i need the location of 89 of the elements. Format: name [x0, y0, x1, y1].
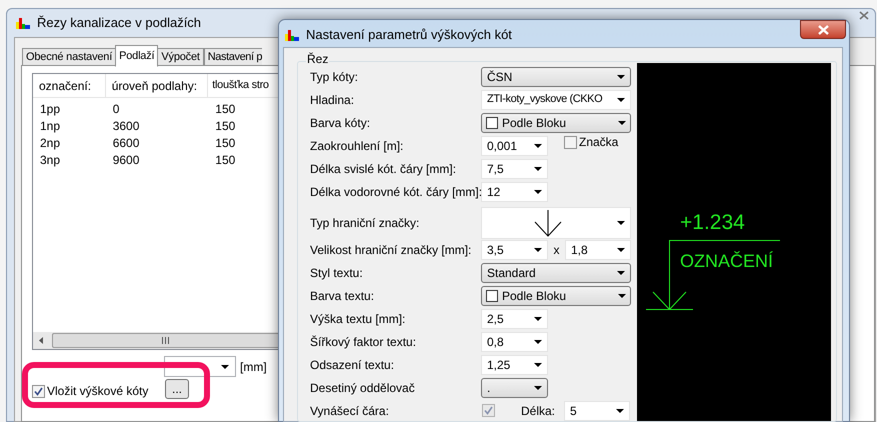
table-cell: 150: [215, 136, 236, 150]
combo-field[interactable]: 12: [481, 182, 548, 202]
elevation-text: +1.234: [680, 211, 745, 235]
combo-field[interactable]: 3,5: [481, 240, 548, 260]
group-title: Řez: [306, 52, 330, 66]
marker-dropdown[interactable]: [481, 206, 631, 238]
dropdown-arrow-icon: [534, 316, 542, 320]
combo-field[interactable]: 2,5: [481, 308, 548, 328]
dropdown-arrow-icon: [534, 386, 542, 390]
table-cell: 3600: [112, 118, 140, 132]
checkbox[interactable]: [32, 384, 45, 398]
more-button[interactable]: ...: [165, 379, 189, 399]
dropdown-arrow-icon: [534, 144, 542, 148]
combo-field[interactable]: 0,8: [481, 332, 548, 352]
dropdown-arrow-icon: [617, 220, 625, 224]
combo-field[interactable]: 1,8: [565, 240, 631, 260]
dropdown-arrow-icon: [618, 120, 626, 124]
dropdown-arrow-icon: [534, 190, 542, 194]
table-cell: 2np: [40, 136, 60, 150]
field-label: Typ hraniční značky:: [310, 214, 420, 232]
combo-field[interactable]: 1,25: [481, 354, 548, 374]
app-icon: [15, 16, 31, 30]
dropdown[interactable]: .: [481, 378, 548, 398]
checkbox-label[interactable]: Značka: [579, 133, 618, 151]
dropdown-arrow-icon: [616, 408, 624, 412]
field-label: Desetiný oddělovač: [310, 380, 416, 396]
close-button[interactable]: [800, 20, 846, 39]
dropdown-arrow-icon: [534, 362, 542, 366]
field-label: Vynášecí čára:: [310, 402, 390, 420]
dropdown-arrow-icon: [534, 166, 542, 170]
dropdown[interactable]: ZTI-koty_vyskove (CKKO: [481, 90, 631, 110]
table-cell: 9600: [112, 152, 140, 166]
close-icon: [818, 24, 828, 34]
dropdown-arrow-icon: [617, 98, 625, 102]
table-cell: 6600: [112, 136, 140, 150]
marker-arrow-icon: [532, 208, 564, 236]
field-label: Odsazení textu:: [310, 356, 396, 374]
dropdown-arrow-icon: [617, 248, 625, 252]
field-label: Výška textu [mm]:: [310, 310, 406, 328]
app-icon: [284, 28, 300, 42]
field-label: Délka svislé kót. čáry [mm]:: [310, 160, 458, 178]
field-label: Hladina:: [310, 92, 356, 108]
dropdown-arrow-icon: [617, 270, 625, 274]
table-cell: 150: [215, 102, 236, 116]
color-dropdown[interactable]: Podle Bloku: [481, 112, 631, 132]
dropdown-arrow-icon: [221, 364, 229, 368]
field-label: Délka vodorovné kót. čáry [mm]:: [310, 184, 481, 200]
field-label: Styl textu:: [310, 264, 364, 282]
field-label: Šířkový faktor textu:: [310, 334, 418, 350]
dropdown[interactable]: Standard: [481, 262, 631, 282]
dropdown-arrow-icon: [534, 248, 542, 252]
color-swatch: [486, 116, 498, 128]
checkbox[interactable]: [564, 136, 577, 148]
combo-field[interactable]: 0,001: [481, 136, 548, 156]
table-cell: 150: [215, 152, 236, 166]
horizontal-scrollbar[interactable]: [33, 332, 278, 349]
color-dropdown[interactable]: Podle Bloku: [481, 286, 631, 306]
scrollbar-thumb[interactable]: [52, 333, 278, 348]
dropdown-arrow-icon: [534, 340, 542, 344]
column-header[interactable]: tloušťka stro: [212, 77, 269, 94]
length-label: Délka:: [521, 402, 556, 420]
column-header[interactable]: označení:: [39, 76, 92, 94]
dropdown[interactable]: ČSN: [481, 66, 631, 86]
label-text: OZNAČENÍ: [680, 250, 774, 272]
grip-icon: [162, 337, 169, 344]
table-cell: 150: [215, 118, 236, 132]
field-label: Zaokrouhlení [m]:: [310, 138, 404, 154]
tab[interactable]: Podlaží: [115, 45, 158, 67]
table-cell: 3np: [40, 152, 60, 166]
field-label: Barva textu:: [310, 288, 376, 304]
table-cell: 0: [112, 102, 120, 116]
unit-label: [mm]: [240, 359, 267, 376]
field-label: Typ kóty:: [310, 68, 360, 86]
checkbox[interactable]: [482, 404, 495, 417]
field-label: Velikost hraniční značky [mm]:: [310, 242, 472, 258]
combo-field[interactable]: 7,5: [481, 158, 548, 178]
checkbox-label[interactable]: Vložit výškové kóty: [47, 382, 148, 400]
combo-field[interactable]: 5: [564, 400, 630, 420]
table-cell: 1np: [40, 118, 60, 132]
field-label: Barva kóty:: [310, 114, 372, 132]
color-swatch: [486, 290, 498, 302]
dropdown-arrow-icon: [618, 294, 626, 298]
table-cell: 1pp: [40, 102, 60, 116]
dialog-title: Nastavení parametrů výškových kót: [306, 26, 512, 44]
column-header[interactable]: úroveň podlahy:: [112, 76, 198, 94]
separator-label: x: [552, 242, 560, 258]
window-title: Řezy kanalizace v podlažích: [37, 14, 202, 32]
dropdown-arrow-icon: [617, 74, 625, 78]
close-icon[interactable]: [859, 11, 869, 20]
